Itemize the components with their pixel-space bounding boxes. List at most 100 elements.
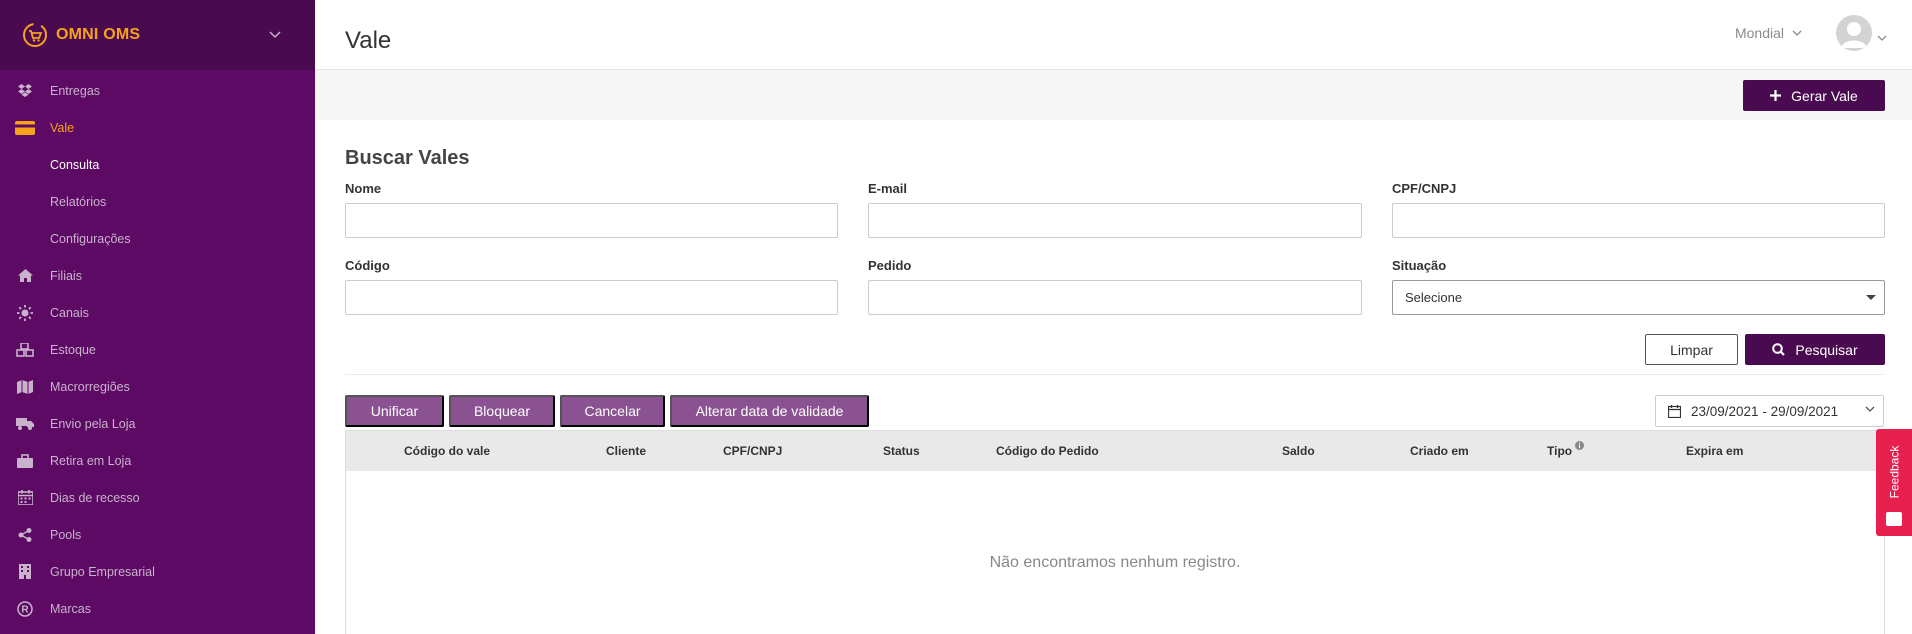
pedido-input[interactable] bbox=[868, 280, 1362, 315]
sidebar-item-label: Entregas bbox=[50, 83, 101, 98]
avatar[interactable] bbox=[1836, 15, 1872, 51]
gerar-vale-label: Gerar Vale bbox=[1791, 87, 1858, 104]
sidebar-item-retira-em-loja[interactable]: Retira em Loja bbox=[0, 442, 315, 479]
top-header: Vale Mondial bbox=[315, 0, 1912, 70]
column-header[interactable]: Código do vale bbox=[404, 444, 490, 458]
sidebar-item-canais[interactable]: Canais bbox=[0, 294, 315, 331]
sidebar-item-grupo-empresarial[interactable]: Grupo Empresarial bbox=[0, 553, 315, 590]
cpf-cnpj-input[interactable] bbox=[1392, 203, 1885, 238]
column-header-label: Código do Pedido bbox=[996, 444, 1099, 458]
sidebar-item-label: Grupo Empresarial bbox=[50, 564, 155, 579]
cpf-cnpj-label: CPF/CNPJ bbox=[1392, 181, 1457, 196]
brand-name: OMNI OMS bbox=[56, 26, 141, 43]
sidebar-subitem-relatorios[interactable]: Relatórios bbox=[0, 183, 315, 220]
truck-icon bbox=[14, 416, 36, 432]
home-icon bbox=[14, 268, 36, 284]
pedido-label: Pedido bbox=[868, 258, 912, 273]
sidebar-item-envio-pela-loja[interactable]: Envio pela Loja bbox=[0, 405, 315, 442]
sidebar-item-macrorregioes[interactable]: Macrorregiões bbox=[0, 368, 315, 405]
sidebar-item-dias-de-recesso[interactable]: Dias de recesso bbox=[0, 479, 315, 516]
codigo-label: Código bbox=[345, 258, 390, 273]
svg-text:R: R bbox=[21, 604, 29, 615]
column-header[interactable]: Criado em bbox=[1410, 444, 1469, 458]
vales-table: Código do vale Cliente CPF/CNPJ Status C… bbox=[345, 430, 1885, 634]
date-range-picker[interactable]: 23/09/2021 - 29/09/2021 bbox=[1655, 395, 1884, 427]
column-header-label: Status bbox=[883, 444, 920, 458]
bloquear-button[interactable]: Bloquear bbox=[449, 395, 555, 427]
column-header[interactable]: Expira em bbox=[1686, 444, 1743, 458]
share-icon bbox=[14, 527, 36, 543]
column-header-label: CPF/CNPJ bbox=[723, 444, 783, 458]
situacao-select[interactable]: Selecione bbox=[1392, 280, 1885, 315]
credit-card-icon bbox=[14, 120, 36, 136]
column-header[interactable]: Código do Pedido bbox=[996, 444, 1099, 458]
info-icon[interactable] bbox=[1575, 441, 1585, 450]
store-selector[interactable]: Mondial bbox=[1735, 25, 1802, 41]
feedback-label: Feedback bbox=[1887, 445, 1902, 499]
divider bbox=[345, 374, 1885, 375]
nome-input[interactable] bbox=[345, 203, 838, 238]
sidebar-item-label: Retira em Loja bbox=[50, 453, 132, 468]
sidebar-item-filiais[interactable]: Filiais bbox=[0, 257, 315, 294]
sidebar-subitem-configuracoes[interactable]: Configurações bbox=[0, 220, 315, 257]
alterar-data-validade-button[interactable]: Alterar data de validade bbox=[670, 395, 869, 427]
column-header-label: Cliente bbox=[606, 444, 647, 458]
sidebar-item-marcas[interactable]: R Marcas bbox=[0, 590, 315, 627]
search-section-title: Buscar Vales bbox=[345, 147, 470, 169]
alterar-data-validade-label: Alterar data de validade bbox=[695, 403, 844, 419]
sidebar-item-label: Marcas bbox=[50, 601, 91, 616]
column-header-label: Tipo bbox=[1547, 444, 1573, 458]
situacao-label: Situação bbox=[1392, 258, 1447, 273]
sidebar: OMNI OMS Entregas Vale Consulta Relatóri… bbox=[0, 0, 315, 634]
feedback-tab[interactable]: Feedback bbox=[1876, 429, 1912, 536]
unificar-button[interactable]: Unificar bbox=[345, 395, 444, 427]
limpar-label: Limpar bbox=[1670, 341, 1713, 358]
briefcase-icon bbox=[14, 453, 36, 469]
bloquear-label: Bloquear bbox=[473, 403, 531, 419]
calendar-icon bbox=[1668, 404, 1681, 418]
store-name: Mondial bbox=[1734, 25, 1784, 41]
column-header[interactable]: Cliente bbox=[606, 444, 646, 458]
limpar-button[interactable]: Limpar bbox=[1645, 334, 1738, 365]
table-header: Código do vale Cliente CPF/CNPJ Status C… bbox=[346, 431, 1884, 471]
sun-icon bbox=[14, 304, 36, 321]
column-header-label: Criado em bbox=[1410, 444, 1469, 458]
sidebar-subitem-consulta[interactable]: Consulta bbox=[0, 146, 315, 183]
search-icon bbox=[1772, 343, 1786, 356]
sidebar-item-pools[interactable]: Pools bbox=[0, 516, 315, 553]
sidebar-item-vale[interactable]: Vale bbox=[0, 109, 315, 146]
sidebar-item-estoque[interactable]: Estoque bbox=[0, 331, 315, 368]
column-header[interactable]: Saldo bbox=[1282, 444, 1315, 458]
pesquisar-label: Pesquisar bbox=[1795, 341, 1858, 358]
column-header[interactable]: Status bbox=[883, 444, 920, 458]
email-input[interactable] bbox=[868, 203, 1362, 238]
app: OMNI OMS Entregas Vale Consulta Relatóri… bbox=[0, 0, 1912, 634]
registered-icon: R bbox=[14, 600, 36, 617]
action-bar: Gerar Vale bbox=[315, 70, 1912, 120]
column-header[interactable]: Tipo bbox=[1547, 441, 1585, 458]
column-header-label: Saldo bbox=[1282, 444, 1315, 458]
pesquisar-button[interactable]: Pesquisar bbox=[1745, 334, 1885, 365]
email-label: E-mail bbox=[868, 181, 908, 196]
user-menu-chevron-icon[interactable] bbox=[1877, 28, 1887, 46]
sidebar-menu: Entregas Vale Consulta Relatórios Config… bbox=[0, 70, 315, 627]
dropbox-icon bbox=[14, 83, 36, 99]
feedback-chat-icon bbox=[1886, 512, 1902, 526]
cart-logo-icon bbox=[23, 23, 47, 47]
column-header-label: Código do vale bbox=[404, 444, 491, 458]
date-range-value: 23/09/2021 - 29/09/2021 bbox=[1691, 403, 1839, 419]
cancelar-button[interactable]: Cancelar bbox=[560, 395, 665, 427]
sidebar-collapse-chevron-icon[interactable] bbox=[265, 25, 285, 45]
unificar-label: Unificar bbox=[370, 403, 419, 419]
sidebar-item-label: Dias de recesso bbox=[50, 490, 140, 505]
sidebar-item-label: Filiais bbox=[50, 268, 82, 283]
brand-logo[interactable]: OMNI OMS bbox=[22, 22, 140, 48]
plus-icon bbox=[1770, 90, 1782, 101]
sidebar-header: OMNI OMS bbox=[0, 0, 315, 70]
empty-state-message: Não encontramos nenhum registro. bbox=[989, 554, 1241, 571]
codigo-input[interactable] bbox=[345, 280, 838, 315]
gerar-vale-button[interactable]: Gerar Vale bbox=[1743, 80, 1885, 111]
column-header[interactable]: CPF/CNPJ bbox=[723, 444, 782, 458]
sidebar-item-entregas[interactable]: Entregas bbox=[0, 72, 315, 109]
sidebar-subitem-label: Consulta bbox=[50, 157, 100, 172]
